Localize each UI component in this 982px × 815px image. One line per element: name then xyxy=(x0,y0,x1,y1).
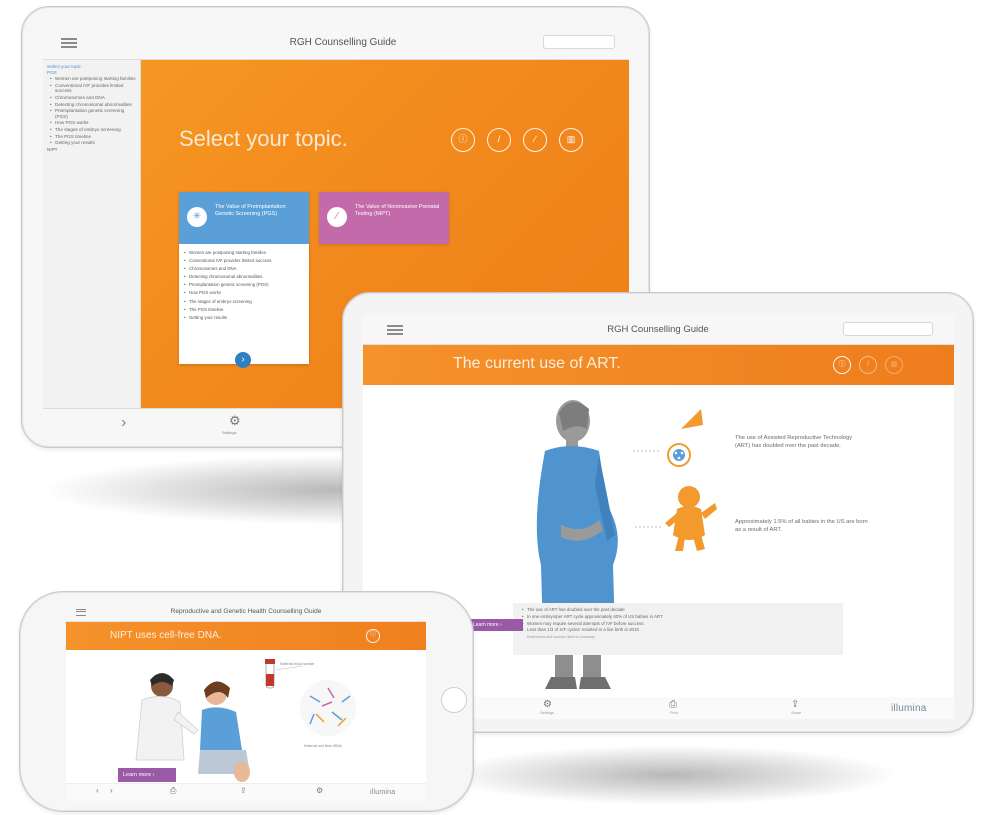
card-topic-list: Women are postponing starting families C… xyxy=(179,244,309,320)
print-icon[interactable]: ⎙ xyxy=(170,786,176,796)
card-topic[interactable]: Women are postponing starting families xyxy=(184,250,303,256)
phone-nipt-page: Reproductive and Genetic Health Counsell… xyxy=(19,591,474,812)
app-title: Reproductive and Genetic Health Counsell… xyxy=(170,608,322,615)
card-topic[interactable]: Conventional IVF provides limited succes… xyxy=(184,258,303,264)
top-bar: RGH Counselling Guide xyxy=(363,315,954,345)
product-montage: RGH Counselling Guide Select your topic … xyxy=(0,0,982,815)
title-band: The current use of ART. ⓘ / ▥ xyxy=(363,345,954,385)
top-bar: Reproductive and Genetic Health Counsell… xyxy=(66,604,426,622)
menu-icon[interactable] xyxy=(76,609,86,616)
info-icon[interactable]: ⓘ xyxy=(451,128,475,152)
page-title: The current use of ART. xyxy=(453,355,621,372)
content-area: Maternal blood sample Maternal and fetal… xyxy=(66,650,426,783)
learn-more-button[interactable]: Learn more › xyxy=(118,768,176,782)
gear-icon[interactable]: ⚙ xyxy=(229,413,241,429)
share-label: Share xyxy=(791,711,802,715)
settings-label: Settings xyxy=(222,430,237,435)
learn-more-button[interactable]: Learn more › xyxy=(467,619,523,631)
top-bar: RGH Counselling Guide xyxy=(43,28,629,60)
sidebar-section-nipt[interactable]: NIPT xyxy=(47,147,136,153)
tube-caption: Maternal blood sample xyxy=(280,662,315,666)
info-icon[interactable]: ⓘ xyxy=(366,629,380,643)
gear-icon[interactable]: ⚙ xyxy=(543,699,552,710)
card-title: The Value of Noninvasive Prenatal Testin… xyxy=(355,204,440,217)
card-topic[interactable]: Chromosomes and DNA xyxy=(184,266,303,272)
sidebar-item[interactable]: Getting your results xyxy=(50,140,136,146)
sidebar-item[interactable]: Conventional IVF provides limited succes… xyxy=(50,83,136,94)
clinician-figure xyxy=(135,673,199,761)
baby-icon xyxy=(665,486,717,551)
summary-source: References and sources listed in summary xyxy=(527,635,595,640)
fact-art-doubled: The use of Assisted Reproductive Technol… xyxy=(735,435,853,449)
sidebar: Select your topic PGS Women are postponi… xyxy=(43,60,141,408)
sidebar-item[interactable]: Preimplantation genetic screening (PGS) xyxy=(50,108,136,119)
chevron-right-icon[interactable]: › xyxy=(235,352,251,368)
title-band: NIPT uses cell-free DNA. ⓘ xyxy=(66,622,426,650)
page-title: NIPT uses cell-free DNA. xyxy=(110,630,222,641)
blood-draw-illustration xyxy=(135,659,356,782)
chart-icon[interactable]: ▥ xyxy=(885,356,903,374)
settings-label: Settings xyxy=(540,711,554,715)
sidebar-item[interactable]: How PGS works xyxy=(50,120,136,126)
cfdna-fragments xyxy=(300,680,356,736)
summary-item: In one embryo/per ART cycle approximatel… xyxy=(522,614,835,621)
sidebar-item[interactable]: Women are postponing starting families xyxy=(50,76,136,82)
search-input[interactable] xyxy=(543,35,615,49)
menu-icon[interactable] xyxy=(61,38,77,48)
chart-icon[interactable]: ▥ xyxy=(559,128,583,152)
illumina-logo: illumina xyxy=(370,789,396,796)
search-input[interactable] xyxy=(843,322,933,336)
card-topic[interactable]: The PGS timeline xyxy=(184,307,303,313)
illumina-logo: illumina xyxy=(891,703,927,714)
summary-item: Women may require several attempts of IV… xyxy=(522,621,835,628)
topic-card-nipt[interactable]: ⁄ The Value of Noninvasive Prenatal Test… xyxy=(319,192,449,244)
bottom-bar: ‹ › ⎙ ⇪ ⚙ illumina xyxy=(66,783,426,801)
card-topic[interactable]: The stages of embryo screening xyxy=(184,299,303,305)
page-title: Select your topic. xyxy=(179,126,348,151)
chevron-left-icon[interactable]: ‹ xyxy=(96,786,99,795)
fact-babies-percent: Approximately 1.5% of all babies in the … xyxy=(735,519,868,533)
sidebar-list: Women are postponing starting families C… xyxy=(47,76,136,146)
card-topic[interactable]: Detecting chromosomal abnormalities xyxy=(184,274,303,280)
sidebar-item[interactable]: Detecting chromosomal abnormalities xyxy=(50,102,136,108)
home-button[interactable] xyxy=(441,687,467,713)
share-icon[interactable]: ⇪ xyxy=(791,699,799,710)
app-title: RGH Counselling Guide xyxy=(607,324,709,335)
print-label: Print xyxy=(670,711,678,715)
sidebar-section-pgs[interactable]: PGS xyxy=(47,70,136,76)
topic-card-pgs[interactable]: ✳ The Value of Preimplantation Genetic S… xyxy=(179,192,309,368)
embryo-icon xyxy=(667,409,703,467)
phone-shadow xyxy=(440,745,900,805)
info-icon[interactable]: ⓘ xyxy=(833,356,851,374)
card-topic[interactable]: How PGS works xyxy=(184,290,303,296)
card-topic[interactable]: Getting your results xyxy=(184,315,303,321)
card-header: ✳ The Value of Preimplantation Genetic S… xyxy=(179,192,309,244)
pipette-icon[interactable]: / xyxy=(859,356,877,374)
menu-icon[interactable] xyxy=(387,325,403,335)
sidebar-item[interactable]: The stages of embryo screening xyxy=(50,127,136,133)
share-icon[interactable]: ⇪ xyxy=(240,786,247,795)
sidebar-item[interactable]: The PGS timeline xyxy=(50,134,136,140)
summary-list: The use of ART has doubled over the past… xyxy=(522,607,835,634)
summary-item: The use of ART has doubled over the past… xyxy=(522,607,835,614)
pipette-icon: ⁄ xyxy=(327,207,347,227)
cfdna-caption: Maternal and fetal cfDNA xyxy=(304,744,342,748)
app-title: RGH Counselling Guide xyxy=(289,37,397,48)
card-title: The Value of Preimplantation Genetic Scr… xyxy=(215,204,286,217)
card-topic[interactable]: Preimplantation genetic screening (PGS) xyxy=(184,282,303,288)
chevron-right-icon[interactable]: › xyxy=(110,786,113,795)
print-icon[interactable]: ⎙ xyxy=(669,699,677,710)
summary-item: Less than 1/3 of IVF cycles' resulted in… xyxy=(522,627,835,634)
test-tube-icon[interactable]: ∕ xyxy=(523,128,547,152)
gear-icon[interactable]: ⚙ xyxy=(316,786,323,795)
phone-screen: Reproductive and Genetic Health Counsell… xyxy=(66,604,426,801)
cell-icon: ✳ xyxy=(187,207,207,227)
patient-figure xyxy=(198,681,250,782)
learn-more-label: Learn more xyxy=(473,622,499,628)
summary-panel: The use of ART has doubled over the past… xyxy=(513,603,843,655)
sidebar-item[interactable]: Chromosomes and DNA xyxy=(50,95,136,101)
learn-more-label: Learn more xyxy=(123,772,152,778)
pipette-icon[interactable]: / xyxy=(487,128,511,152)
chevron-right-icon[interactable]: › xyxy=(121,414,126,432)
